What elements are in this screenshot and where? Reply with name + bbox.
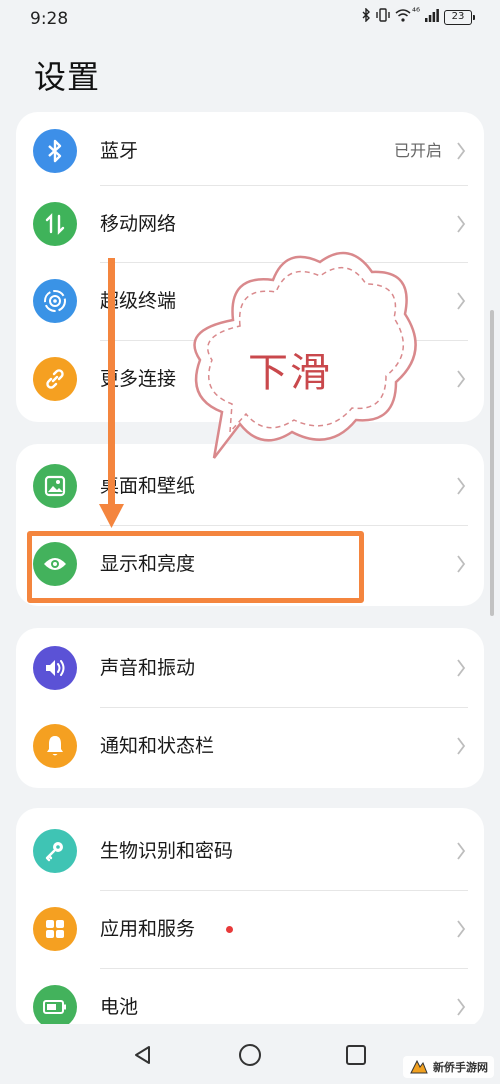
scrollbar[interactable] (490, 310, 494, 616)
recents-square-icon (346, 1045, 366, 1065)
home-circle-icon (239, 1044, 261, 1066)
page-title: 设置 (34, 58, 101, 96)
status-time: 9:28 (30, 9, 69, 29)
chevron-right-icon (457, 998, 466, 1016)
status-icons: ⁴⁶ 23 (361, 6, 475, 26)
settings-item-wallpaper[interactable]: 桌面和壁纸 (16, 447, 484, 525)
battery-status-icon: 23 (444, 9, 475, 25)
chevron-right-icon (457, 737, 466, 755)
key-icon (33, 829, 77, 873)
wallpaper-icon (33, 464, 77, 508)
chevron-right-icon (457, 370, 466, 388)
settings-item-apps-services[interactable]: 应用和服务 (16, 890, 484, 968)
home-button[interactable] (233, 1038, 267, 1072)
mobile-data-icon (33, 202, 77, 246)
speaker-icon (33, 646, 77, 690)
swipe-down-hint: 下滑 (248, 350, 332, 396)
settings-item-mobile-network[interactable]: 移动网络 (16, 185, 484, 263)
bluetooth-status-icon (361, 7, 371, 26)
settings-item-super-device[interactable]: 超级终端 (16, 262, 484, 340)
settings-item-value: 已开启 (393, 141, 442, 160)
settings-item-biometrics[interactable]: 生物识别和密码 (16, 812, 484, 890)
chevron-right-icon (457, 292, 466, 310)
bluetooth-icon (33, 129, 77, 173)
wifi-icon (395, 8, 411, 26)
settings-item-label: 桌面和壁纸 (100, 475, 196, 497)
chevron-right-icon (457, 920, 466, 938)
chevron-right-icon (457, 659, 466, 677)
settings-group-sound: 声音和振动 通知和状态栏 (16, 628, 484, 788)
signal-icon (425, 8, 439, 26)
chevron-right-icon (457, 142, 466, 160)
chevron-right-icon (457, 477, 466, 495)
settings-item-notifications[interactable]: 通知和状态栏 (16, 707, 484, 785)
settings-item-label: 超级终端 (100, 290, 177, 312)
chevron-right-icon (457, 842, 466, 860)
back-triangle-icon (135, 1046, 150, 1064)
settings-item-label: 蓝牙 (100, 140, 139, 162)
settings-item-label: 应用和服务 (100, 918, 196, 940)
apps-icon (33, 907, 77, 951)
back-button[interactable] (126, 1038, 160, 1072)
settings-item-bluetooth[interactable]: 蓝牙 已开启 (16, 112, 484, 190)
chevron-right-icon (457, 215, 466, 233)
settings-item-label: 生物识别和密码 (100, 840, 234, 862)
settings-group-security: 生物识别和密码 应用和服务 电池 (16, 808, 484, 1029)
network-type-label: ⁴⁶ (411, 6, 420, 18)
bell-icon (33, 724, 77, 768)
settings-item-label: 移动网络 (100, 213, 177, 235)
watermark-logo-icon (410, 1059, 428, 1074)
recents-button[interactable] (339, 1038, 373, 1072)
settings-item-label: 声音和振动 (100, 657, 196, 679)
settings-item-label: 更多连接 (100, 368, 177, 390)
settings-item-label: 通知和状态栏 (100, 735, 215, 757)
update-badge (226, 926, 233, 933)
watermark-text: 新侨手游网 (433, 1061, 488, 1074)
battery-icon (33, 985, 77, 1029)
super-device-icon (33, 279, 77, 323)
highlight-box (27, 531, 364, 603)
watermark: 新侨手游网 (403, 1056, 494, 1078)
vibrate-icon (376, 8, 390, 26)
link-icon (33, 357, 77, 401)
chevron-right-icon (457, 555, 466, 573)
status-bar: 9:28 ⁴⁶ 23 (0, 0, 500, 36)
settings-item-sound-vibration[interactable]: 声音和振动 (16, 629, 484, 707)
